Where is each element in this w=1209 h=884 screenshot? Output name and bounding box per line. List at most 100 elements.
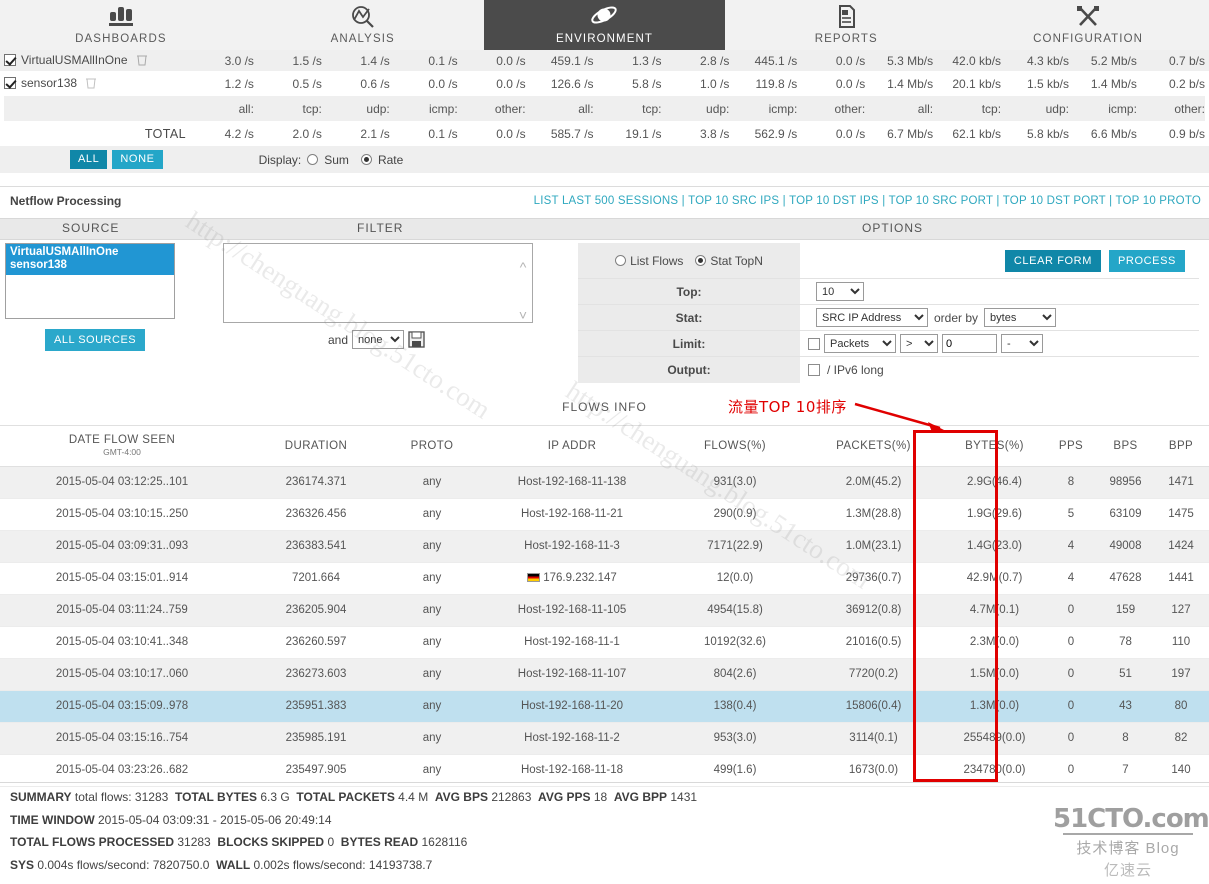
limit-amount-input[interactable] (942, 334, 997, 353)
header-duration[interactable]: DURATION (244, 425, 388, 467)
and-label: and (328, 332, 349, 347)
radio-sum[interactable] (307, 154, 319, 165)
trash-icon[interactable] (136, 54, 147, 69)
nav-item-configuration[interactable]: CONFIGURATION (967, 0, 1209, 57)
table-row[interactable]: 2015-05-04 03:12:25..101 236174.371 any Hos… (0, 466, 1209, 499)
table-row[interactable]: 2015-05-04 03:10:17..060 236273.603 any Hos… (0, 658, 1209, 691)
source-item-sensor138[interactable]: sensor138 (10, 259, 170, 272)
cell-date: 2015-05-04 03:10:41..348 (0, 626, 244, 659)
sensor-value: 1.2 /s (224, 76, 254, 91)
header-bpp[interactable]: BPP (1153, 425, 1209, 467)
top-label: Top: (578, 279, 800, 304)
cell-packets: 15806(0.4) (802, 690, 945, 723)
selection-control-bar: ALL NONE Display: Sum Rate (0, 146, 1209, 173)
table-row[interactable]: 2015-05-04 03:15:01..914 7201.664 any 176.9… (0, 562, 1209, 595)
cell-bpp: 80 (1153, 690, 1209, 723)
header-ip-addr[interactable]: IP ADDR (476, 425, 668, 467)
sub-header: all: (578, 101, 594, 116)
trash-icon[interactable] (86, 77, 97, 92)
cell-bytes: 1.3M(0.0) (945, 690, 1044, 723)
cell-date: 2015-05-04 03:12:25..101 (0, 466, 244, 499)
nav-label-configuration: CONFIGURATION (1033, 33, 1144, 45)
and-select[interactable]: none (352, 330, 405, 349)
select-all-button[interactable]: ALL (70, 150, 108, 169)
filter-textarea-wrapper[interactable]: ^ ˅ (223, 243, 533, 323)
sensor-value: 2.8 /s (700, 53, 730, 68)
total-value: 0.0 /s (496, 126, 526, 141)
filter-input[interactable] (224, 244, 516, 320)
source-selected-group[interactable]: VirtualUSMAllInOne sensor138 (6, 244, 174, 275)
stat-select[interactable]: SRC IP Address (816, 308, 928, 327)
table-row[interactable]: 2015-05-04 03:10:15..250 236326.456 any Hos… (0, 498, 1209, 531)
radio-list-flows[interactable] (615, 255, 627, 266)
source-listbox[interactable]: VirtualUSMAllInOne sensor138 (5, 243, 175, 319)
limit-checkbox[interactable] (808, 337, 820, 350)
header-proto[interactable]: PROTO (388, 425, 476, 467)
clear-form-button[interactable]: CLEAR FORM (1004, 249, 1101, 272)
cell-flows: 10192(32.6) (668, 626, 802, 659)
cell-packets: 36912(0.8) (802, 594, 945, 627)
process-button[interactable]: PROCESS (1109, 249, 1185, 272)
summary-label: TOTAL PACKETS (296, 790, 395, 804)
header-pps[interactable]: PPS (1044, 425, 1098, 467)
filter-scrollbar[interactable]: ^ ˅ (516, 260, 530, 322)
summary-label: SUMMARY (10, 790, 72, 804)
summary-value: 18 (593, 790, 608, 804)
sensor-name-cell[interactable]: sensor138 (4, 71, 186, 96)
table-row[interactable]: 2015-05-04 03:15:09..978 235951.383 any Hos… (0, 690, 1209, 723)
limit-unit-select[interactable]: - (1001, 334, 1043, 353)
sensor-value: 459.1 /s (550, 53, 594, 68)
sensor-value: 0.7 b/s (1168, 53, 1205, 68)
header-flows[interactable]: FLOWS(%) (668, 425, 802, 467)
table-row[interactable]: 2015-05-04 03:15:16..754 235985.191 any Hos… (0, 722, 1209, 755)
limit-metric-select[interactable]: Packets (824, 334, 896, 353)
sensor-value: 20.1 kb/s (952, 76, 1002, 91)
order-by-select[interactable]: bytes (984, 308, 1057, 327)
all-sources-button[interactable]: ALL SOURCES (45, 329, 146, 351)
top-select[interactable]: 10 (816, 282, 864, 301)
output-checkbox[interactable] (808, 364, 820, 376)
link-top-10-src-ips[interactable]: TOP 10 SRC IPS (688, 195, 779, 207)
cell-bytes: 2.9G(46.4) (945, 466, 1044, 499)
total-value: 0.0 /s (835, 126, 866, 141)
sensor-value: 0.0 /s (835, 76, 866, 91)
limit-operator-select[interactable]: > (900, 334, 938, 353)
nav-item-reports[interactable]: REPORTS (725, 0, 967, 57)
save-icon[interactable] (408, 331, 425, 348)
sensor-name-cell[interactable]: VirtualUSMAllInOne (4, 50, 186, 71)
select-none-button[interactable]: NONE (112, 150, 163, 169)
table-row[interactable]: 2015-05-04 03:10:41..348 236260.597 any Hos… (0, 626, 1209, 659)
scroll-down-icon[interactable]: ˅ (516, 308, 530, 322)
radio-rate[interactable] (360, 154, 372, 165)
summary-value: 4.4 M (398, 790, 429, 804)
nav-item-dashboards[interactable]: DASHBOARDS (0, 0, 242, 57)
sensor-checkbox[interactable] (4, 53, 16, 66)
cell-bpp: 127 (1153, 594, 1209, 627)
cell-bps: 8 (1098, 722, 1153, 755)
header-bps[interactable]: BPS (1098, 425, 1153, 467)
bar-chart-icon (106, 2, 136, 32)
sensor-row-partial: VirtualUSMAllInOne 3.0 /s 1.5 /s 1.4 /s … (0, 50, 1209, 71)
nav-item-analysis[interactable]: ANALYSIS (242, 0, 484, 57)
link-top-10-proto[interactable]: TOP 10 PROTO (1116, 195, 1202, 207)
cell-flows: 290(0.9) (668, 498, 802, 531)
summary-divider (0, 782, 1209, 783)
link-list-last-500-sessions[interactable]: LIST LAST 500 SESSIONS (534, 195, 679, 207)
header-date-flow-seen[interactable]: DATE FLOW SEEN GMT-4:00 (0, 425, 244, 467)
output-value-cell: / IPv6 long (800, 357, 1199, 383)
flows-info-title: FLOWS INFO (562, 400, 647, 414)
sensor-checkbox[interactable] (4, 76, 16, 89)
netflow-analyzer-page: http://chenguang.blog.51cto.com http://c… (0, 0, 1209, 884)
cell-duration: 236174.371 (244, 466, 388, 499)
link-top-10-dst-ips[interactable]: TOP 10 DST IPS (789, 195, 879, 207)
sub-header: all: (238, 101, 254, 116)
table-row[interactable]: 2015-05-04 03:11:24..759 236205.904 any Hos… (0, 594, 1209, 627)
nav-item-environment[interactable]: ENVIRONMENT (483, 0, 726, 57)
cell-ip: Host-192-168-11-20 (476, 690, 668, 723)
scroll-up-icon[interactable]: ^ (516, 260, 530, 274)
radio-stat-topn[interactable] (695, 255, 707, 266)
link-top-10-dst-port[interactable]: TOP 10 DST PORT (1003, 195, 1106, 207)
link-top-10-src-port[interactable]: TOP 10 SRC PORT (889, 195, 993, 207)
source-item-virtualusmallinone[interactable]: VirtualUSMAllInOne (10, 246, 170, 259)
table-row[interactable]: 2015-05-04 03:09:31..093 236383.541 any Hos… (0, 530, 1209, 563)
